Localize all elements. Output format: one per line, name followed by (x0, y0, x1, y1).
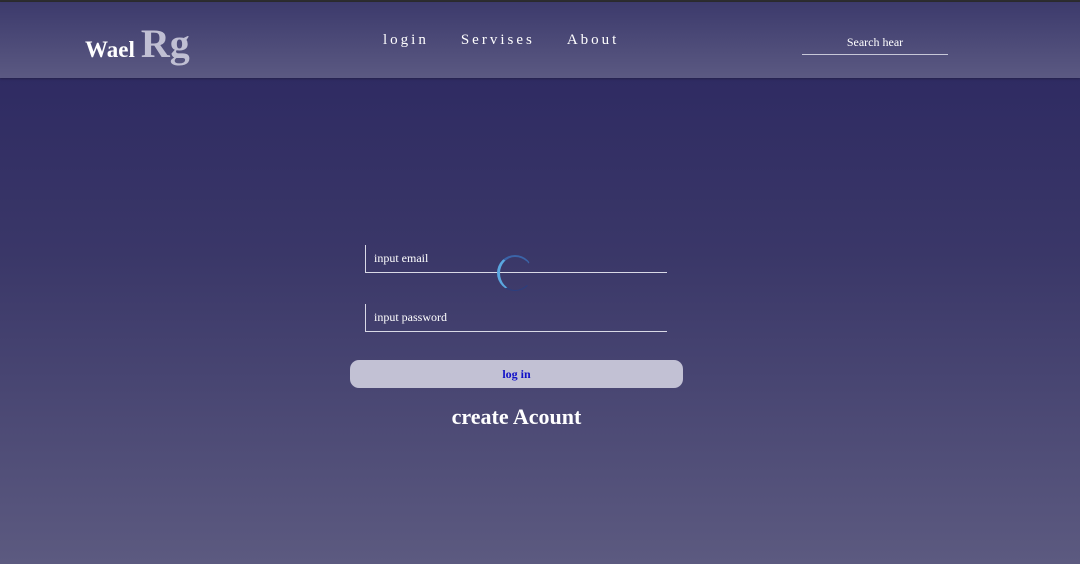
logo-second-word: Rg (140, 21, 190, 66)
password-field[interactable] (365, 304, 667, 332)
nav-link-about[interactable]: About (567, 32, 620, 49)
logo-first-word: Wael (85, 37, 135, 62)
site-header: Wael Rg login Servises About (0, 2, 1080, 78)
nav-link-login[interactable]: login (383, 32, 429, 49)
login-button[interactable]: log in (350, 360, 683, 388)
nav-link-services[interactable]: Servises (461, 32, 535, 49)
search-input[interactable] (802, 30, 948, 55)
main-nav: login Servises About (383, 32, 619, 49)
logo[interactable]: Wael Rg (85, 20, 190, 67)
loading-spinner-icon (497, 255, 533, 291)
create-account-link[interactable]: create Acount (350, 404, 683, 430)
